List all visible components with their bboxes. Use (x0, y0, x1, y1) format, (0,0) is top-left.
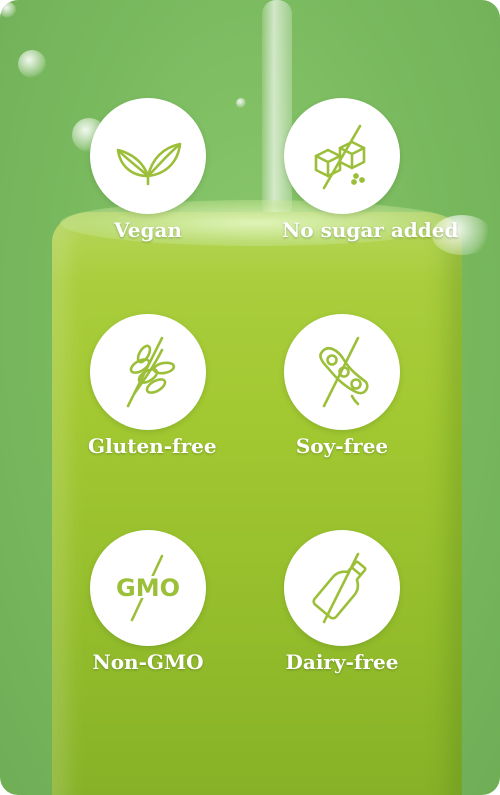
splash-drop (236, 98, 246, 108)
badge-label: Dairy-free (285, 650, 399, 674)
gmo-text: GMO (116, 574, 180, 602)
badge-circle (90, 98, 206, 214)
soybean-crossed-icon (319, 336, 369, 408)
sugar-cubes-crossed-icon (314, 124, 366, 190)
wheat-crossed-icon (126, 336, 176, 408)
badge-label: No sugar added (282, 218, 459, 242)
leaves-icon (116, 142, 182, 186)
splash-drop (18, 50, 46, 78)
milk-bottle-crossed-icon (312, 552, 367, 624)
badge-no-sugar: No sugar added (282, 98, 459, 242)
splash-drop (0, 2, 16, 18)
badge-gluten-free: Gluten-free (88, 314, 217, 458)
badge-label: Gluten-free (88, 434, 217, 458)
badge-circle (284, 530, 400, 646)
product-badges-card: Vegan No sugar added Gluten-free Soy-fre… (0, 0, 500, 795)
gmo-crossed-icon: GMO (116, 554, 180, 622)
badge-circle (284, 314, 400, 430)
badge-circle (90, 314, 206, 430)
badge-soy-free: Soy-free (282, 314, 402, 458)
badge-label: Vegan (114, 218, 182, 242)
badge-label: Soy-free (295, 434, 389, 458)
badge-label: Non-GMO (92, 650, 204, 674)
juice-glass (52, 212, 462, 795)
badge-circle: GMO (90, 530, 206, 646)
badge-circle (284, 98, 400, 214)
badge-vegan: Vegan (88, 98, 208, 242)
badge-non-gmo: GMO Non-GMO (88, 530, 208, 674)
badge-dairy-free: Dairy-free (282, 530, 402, 674)
